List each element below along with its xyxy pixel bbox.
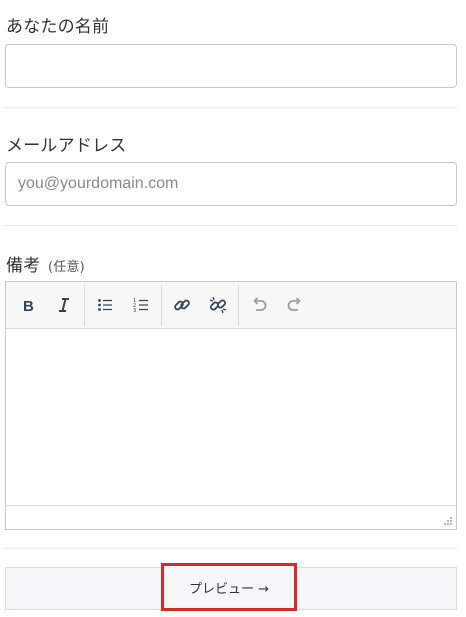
- numbered-list-button[interactable]: 1 2 3: [123, 287, 159, 323]
- unlink-icon: [209, 296, 227, 314]
- divider: [5, 107, 457, 108]
- unlink-button[interactable]: [200, 287, 236, 323]
- redo-button[interactable]: [277, 287, 313, 323]
- toolbar-separator: [84, 284, 85, 326]
- svg-text:3: 3: [133, 308, 136, 313]
- undo-icon: [253, 297, 267, 311]
- redo-icon: [287, 297, 301, 311]
- notes-label-text: 備考: [6, 256, 41, 276]
- link-icon: [174, 299, 190, 311]
- italic-icon: [59, 298, 69, 312]
- resize-handle-icon[interactable]: [443, 516, 453, 526]
- editor-statusbar: [6, 505, 456, 529]
- name-input[interactable]: [5, 44, 457, 88]
- notes-label: 備考 (任意): [6, 251, 85, 276]
- toolbar-separator: [161, 284, 162, 326]
- bold-button[interactable]: B: [10, 287, 46, 323]
- italic-button[interactable]: [46, 287, 82, 323]
- bold-icon: B: [23, 298, 34, 313]
- svg-text:B: B: [23, 298, 34, 313]
- email-input[interactable]: [5, 162, 457, 206]
- rich-text-editor: B 1 2 3: [5, 281, 457, 530]
- divider: [5, 225, 457, 226]
- bullet-list-icon: [98, 299, 112, 311]
- editor-toolbar: B 1 2 3: [6, 282, 456, 329]
- name-label: あなたの名前: [6, 17, 110, 37]
- bullet-list-button[interactable]: [87, 287, 123, 323]
- email-label: メールアドレス: [6, 136, 127, 156]
- editor-content-area[interactable]: [6, 330, 456, 506]
- divider: [5, 548, 457, 549]
- preview-button[interactable]: プレビュー →: [161, 563, 297, 611]
- numbered-list-icon: 1 2 3: [133, 298, 148, 313]
- link-button[interactable]: [164, 287, 200, 323]
- optional-hint: (任意): [48, 260, 85, 275]
- undo-button[interactable]: [241, 287, 277, 323]
- toolbar-separator: [238, 284, 239, 326]
